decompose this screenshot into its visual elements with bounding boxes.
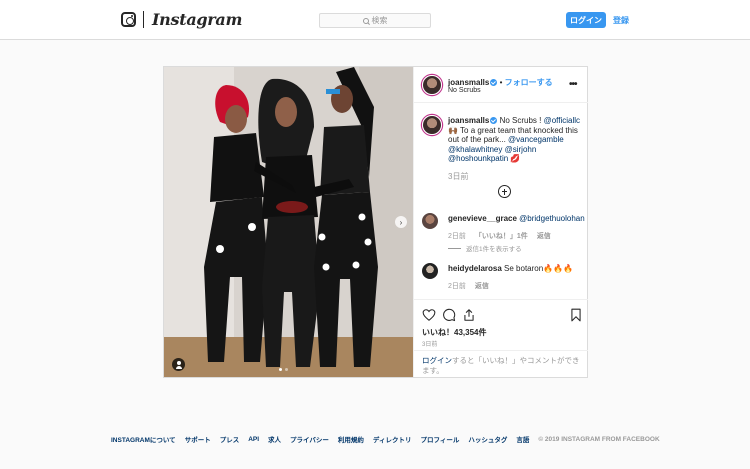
- footer-link-support[interactable]: サポート: [185, 434, 211, 444]
- instagram-wordmark[interactable]: Instagram: [152, 10, 242, 29]
- top-nav: Instagram 検索 ログイン 登録: [0, 0, 750, 40]
- footer-link-about[interactable]: INSTAGRAMについて: [111, 434, 176, 444]
- footer-link-privacy[interactable]: プライバシー: [290, 434, 329, 444]
- footer: INSTAGRAMについて サポート プレス API 求人 プライバシー 利用規…: [111, 434, 660, 445]
- replies-line: [448, 247, 461, 249]
- comment-meta: 2日前 返信: [448, 281, 489, 291]
- login-button[interactable]: ログイン: [566, 12, 606, 28]
- mention-link[interactable]: @bridgethuolohan: [519, 214, 585, 223]
- comment-time[interactable]: 2日前: [448, 231, 466, 241]
- post-sidebar: joansmalls • フォローする No Scrubs ••• joansm…: [413, 67, 588, 377]
- comment-text: Se botaron🔥🔥🔥: [504, 264, 574, 273]
- comment: heidydelarosa Se botaron🔥🔥🔥: [448, 264, 573, 273]
- view-replies-label: 返信1件を表示する: [466, 246, 522, 253]
- bookmark-icon[interactable]: [569, 308, 583, 322]
- carousel-dot: [279, 368, 282, 371]
- copyright: © 2019 INSTAGRAM FROM FACEBOOK: [538, 435, 660, 443]
- more-icon[interactable]: •••: [569, 79, 577, 90]
- commenter-avatar[interactable]: [422, 213, 438, 229]
- follow-button[interactable]: フォローする: [505, 78, 553, 87]
- post-header: joansmalls • フォローする No Scrubs •••: [414, 67, 588, 103]
- reply-button[interactable]: 返信: [475, 281, 489, 291]
- footer-link-jobs[interactable]: 求人: [268, 434, 281, 444]
- separator: •: [497, 78, 505, 87]
- view-replies[interactable]: 返信1件を表示する: [448, 243, 522, 253]
- location-link[interactable]: No Scrubs: [448, 87, 481, 94]
- likes-count[interactable]: いいね！43,354件: [422, 327, 486, 338]
- footer-link-language[interactable]: 言語: [516, 434, 529, 444]
- mention-link[interactable]: @khalawhitney: [448, 145, 502, 154]
- reply-button[interactable]: 返信: [537, 231, 551, 241]
- footer-link-press[interactable]: プレス: [220, 434, 240, 444]
- login-prompt: ログインすると「いいね！」やコメントができます。: [414, 350, 588, 376]
- post-photo[interactable]: ›: [164, 67, 413, 377]
- post-date[interactable]: 3日前: [422, 339, 437, 348]
- search-placeholder: 検索: [371, 16, 388, 25]
- login-link[interactable]: ログイン: [422, 356, 452, 365]
- mention-link[interactable]: @vancegamble: [508, 135, 564, 144]
- comment-icon[interactable]: [442, 308, 456, 322]
- mention-link[interactable]: @officiallc: [544, 116, 580, 125]
- footer-link-profiles[interactable]: プロフィール: [420, 434, 459, 444]
- caption-emoji: 💋: [508, 154, 521, 163]
- comment-username[interactable]: genevieve__grace: [448, 214, 517, 223]
- post-actions: いいね！43,354件 3日前 ログインすると「いいね！」やコメントができます。: [414, 299, 588, 377]
- comment: genevieve__grace @bridgethuolohan: [448, 214, 585, 223]
- mention-link[interactable]: @sirjohn: [505, 145, 537, 154]
- heart-icon[interactable]: [422, 308, 436, 322]
- post-photo-image: [164, 67, 413, 377]
- mention-link[interactable]: @hoshounkpatin: [448, 154, 508, 163]
- instagram-camera-icon[interactable]: [121, 12, 136, 27]
- comment-likes[interactable]: 「いいね！」1件: [475, 231, 528, 241]
- post-caption: joansmalls No Scrubs ! @officiallc 🙌🏾 To…: [448, 116, 582, 164]
- comment-meta: 2日前 「いいね！」1件 返信: [448, 231, 551, 241]
- post-card: › joansmalls • フォローする No Scrubs ••• joan…: [163, 66, 588, 378]
- caption-text: No Scrubs !: [497, 116, 544, 125]
- search-input[interactable]: 検索: [319, 13, 431, 28]
- share-icon[interactable]: [462, 308, 476, 322]
- commenter-avatar[interactable]: [422, 263, 438, 279]
- footer-link-api[interactable]: API: [248, 436, 259, 443]
- caption-time[interactable]: 3日前: [448, 171, 468, 182]
- search-icon: [362, 17, 369, 24]
- logo-divider: [143, 11, 144, 28]
- carousel-dots: [279, 368, 288, 371]
- comment-time[interactable]: 2日前: [448, 281, 466, 291]
- carousel-next-icon[interactable]: ›: [395, 216, 407, 228]
- footer-link-hashtags[interactable]: ハッシュタグ: [468, 434, 507, 444]
- footer-link-terms[interactable]: 利用規約: [338, 434, 364, 444]
- avatar[interactable]: [422, 75, 442, 95]
- signup-link[interactable]: 登録: [613, 15, 629, 26]
- tag-user-icon[interactable]: [172, 358, 185, 371]
- caption-avatar[interactable]: [422, 115, 442, 135]
- carousel-dot: [285, 368, 288, 371]
- footer-link-directory[interactable]: ディレクトリ: [373, 434, 412, 444]
- comment-username[interactable]: heidydelarosa: [448, 264, 502, 273]
- add-comment-icon[interactable]: [498, 185, 511, 198]
- author-username[interactable]: joansmalls: [448, 78, 489, 87]
- caption-username[interactable]: joansmalls: [448, 116, 489, 125]
